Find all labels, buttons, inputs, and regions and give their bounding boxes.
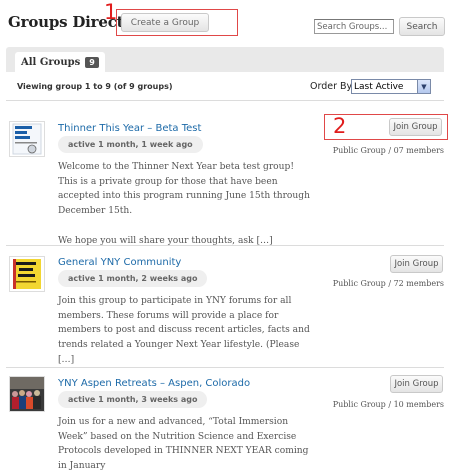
group-description: Welcome to the Thinner Next Year beta te… [58, 160, 312, 248]
tab-label: All Groups [21, 56, 81, 68]
join-group-button[interactable]: Join Group [390, 255, 443, 273]
chevron-down-icon[interactable]: ▼ [417, 80, 430, 93]
tab-all-groups[interactable]: All Groups 9 [15, 52, 105, 72]
pagination-count: Viewing group 1 to 9 (of 9 groups) [17, 82, 173, 91]
create-group-button[interactable]: Create a Group [121, 13, 209, 32]
group-description: Join us for a new and advanced, “Total I… [58, 417, 309, 470]
annotation-marker-1: 1 [104, 0, 118, 24]
younger-book-cover-icon[interactable] [9, 256, 45, 292]
group-meta: Public Group / 10 members [332, 400, 444, 409]
join-group-button[interactable]: Join Group [390, 375, 443, 393]
thinner-book-cover-icon[interactable] [9, 121, 45, 157]
group-item: General YNY Community active 1 month, 2 … [0, 245, 450, 367]
group-item: Thinner This Year – Beta Test active 1 m… [0, 100, 450, 248]
group-meta: Public Group / 07 members [332, 146, 444, 155]
order-by-value: Last Active [354, 81, 404, 92]
tab-bar: All Groups 9 [6, 47, 444, 72]
last-active-badge: active 1 month, 2 weeks ago [58, 270, 208, 287]
group-description: Join this group to participate in YNY fo… [58, 296, 310, 365]
last-active-badge: active 1 month, 1 week ago [58, 136, 203, 153]
group-title-link[interactable]: Thinner This Year – Beta Test [58, 123, 201, 134]
group-title-link[interactable]: General YNY Community [58, 257, 181, 268]
order-by-select[interactable]: Last Active ▼ [351, 79, 431, 94]
annotation-box-1: Create a Group [116, 9, 238, 36]
group-meta: Public Group / 72 members [332, 279, 444, 288]
group-title-link[interactable]: YNY Aspen Retreats – Aspen, Colorado [58, 378, 250, 389]
last-active-badge: active 1 month, 3 weeks ago [58, 391, 208, 408]
group-description-paragraph: Welcome to the Thinner Next Year beta te… [58, 162, 310, 217]
group-item: YNY Aspen Retreats – Aspen, Colorado act… [0, 367, 450, 470]
search-button[interactable]: Search [399, 17, 445, 36]
tab-count-badge: 9 [85, 56, 99, 68]
join-group-button[interactable]: Join Group [389, 118, 442, 136]
annotation-marker-2: 2 [333, 114, 347, 138]
order-by-label: Order By: [310, 81, 355, 92]
group-photo-icon[interactable] [9, 376, 45, 412]
annotation-box-2: Join Group 2 [324, 114, 448, 140]
search-input[interactable] [314, 19, 394, 34]
